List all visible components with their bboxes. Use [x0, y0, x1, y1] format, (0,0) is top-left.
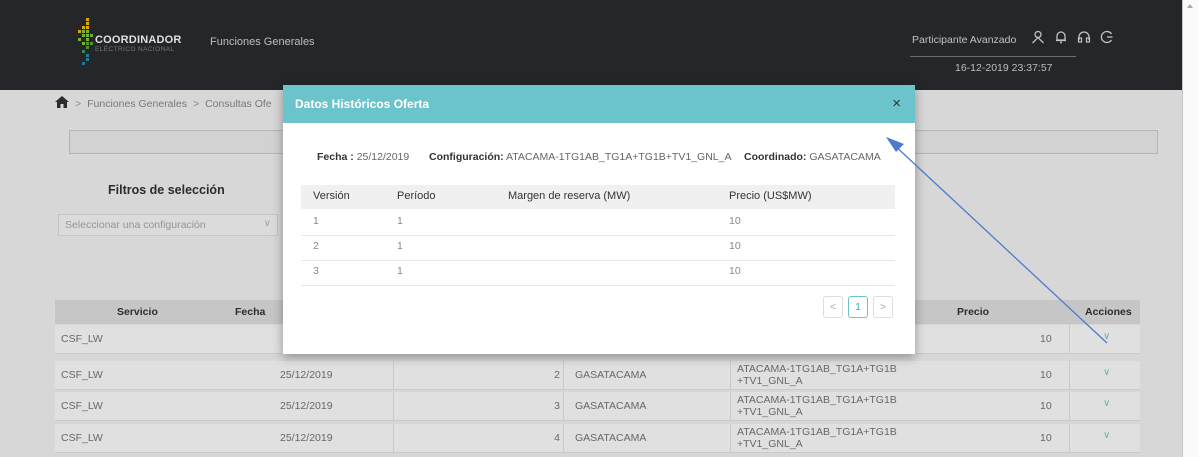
- scroll-up-icon[interactable]: [1187, 4, 1193, 8]
- page-scrollbar[interactable]: [1182, 0, 1198, 457]
- annotation-arrow: [886, 137, 1108, 344]
